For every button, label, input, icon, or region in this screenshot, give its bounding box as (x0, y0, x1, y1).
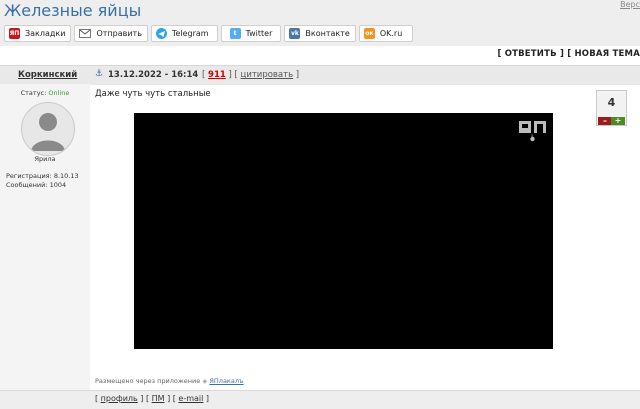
pm-link[interactable]: ПМ (152, 394, 165, 403)
share-email-label: Отправить (96, 29, 142, 38)
yaplakal-icon: ЯП (9, 28, 20, 39)
vote-down-button[interactable]: – (598, 117, 612, 125)
share-bookmarks-button[interactable]: ЯП Закладки (4, 25, 72, 42)
post-author-link[interactable]: Коркинский (18, 70, 77, 80)
share-email-button[interactable]: Отправить (74, 25, 148, 42)
rating-value: 4 (607, 96, 616, 109)
rating-widget: 4 – + (596, 90, 627, 126)
share-toolbar: ЯП Закладки Отправить Telegram t Twitter… (4, 25, 414, 42)
posted-via-app-link[interactable]: ЯПлакалъ (209, 377, 243, 385)
vk-icon: vk (289, 28, 301, 39)
topic-actions-bar: [ ОТВЕТИТЬ ] [ НОВАЯ ТЕМА (0, 46, 640, 64)
share-ok-label: OK.ru (379, 29, 403, 38)
user-silhouette-icon (22, 103, 74, 155)
posted-via-prefix: Размещено через приложение (95, 377, 201, 385)
quote-link[interactable]: цитировать (241, 70, 294, 80)
vote-up-button[interactable]: + (611, 117, 625, 125)
twitter-icon: t (229, 28, 241, 39)
video-player[interactable] (134, 113, 553, 349)
user-stats: Регистрация: 8.10.13 Сообщений: 1004 (6, 172, 79, 190)
share-telegram-label: Telegram (171, 29, 209, 38)
share-ok-button[interactable]: ок OK.ru (358, 25, 414, 42)
profile-link[interactable]: профиль (101, 394, 138, 403)
anchor-icon[interactable]: ⚓ (95, 69, 103, 79)
author-sidebar: Статус: Online Ярила Регистрация: 8.10.1… (0, 84, 90, 390)
registration-date: Регистрация: 8.10.13 (6, 172, 79, 180)
yaplakal-logo-icon (518, 119, 548, 147)
share-telegram-button[interactable]: Telegram (150, 25, 218, 42)
topic-actions: [ ОТВЕТИТЬ ] [ НОВАЯ ТЕМА (497, 49, 640, 59)
user-rank: Ярила (34, 155, 56, 163)
status-value: Online (48, 89, 70, 97)
message-count: Сообщений: 1004 (6, 181, 67, 189)
page-title: Железные яйцы (4, 1, 142, 20)
status-line: Статус: Online (0, 89, 90, 97)
post-text: Даже чуть чуть стальные (95, 89, 211, 99)
avatar[interactable] (21, 102, 75, 156)
status-label: Статус: (20, 89, 47, 97)
post-date: 13.12.2022 - 16:14 (108, 70, 199, 80)
posted-via: Размещено через приложение ◈ ЯПлакалъ (95, 377, 244, 385)
post-footer: [ профиль ] [ ПМ ] [ e-mail ] (0, 390, 640, 409)
reply-link[interactable]: ОТВЕТИТЬ (505, 49, 557, 59)
new-topic-link[interactable]: НОВАЯ ТЕМА (574, 49, 640, 59)
share-bookmarks-label: Закладки (25, 29, 66, 38)
email-link[interactable]: e-mail (178, 394, 203, 403)
post-header: Коркинский ⚓ 13.12.2022 - 16:14 [ 911 ] … (0, 65, 640, 85)
footer-links: [ профиль ] [ ПМ ] [ e-mail ] (95, 394, 210, 403)
envelope-icon (79, 29, 92, 38)
share-twitter-button[interactable]: t Twitter (220, 25, 282, 42)
telegram-icon (155, 28, 167, 39)
ok-icon: ок (363, 28, 375, 39)
share-twitter-label: Twitter (245, 29, 273, 38)
share-vk-label: Вконтакте (305, 29, 350, 38)
app-icon: ◈ (202, 377, 208, 385)
version-link[interactable]: Верс (620, 0, 640, 9)
share-vk-button[interactable]: vk Вконтакте (284, 25, 356, 42)
post-meta: [ 911 ] [ цитировать ] (202, 70, 300, 80)
post-number-link[interactable]: 911 (208, 70, 226, 80)
